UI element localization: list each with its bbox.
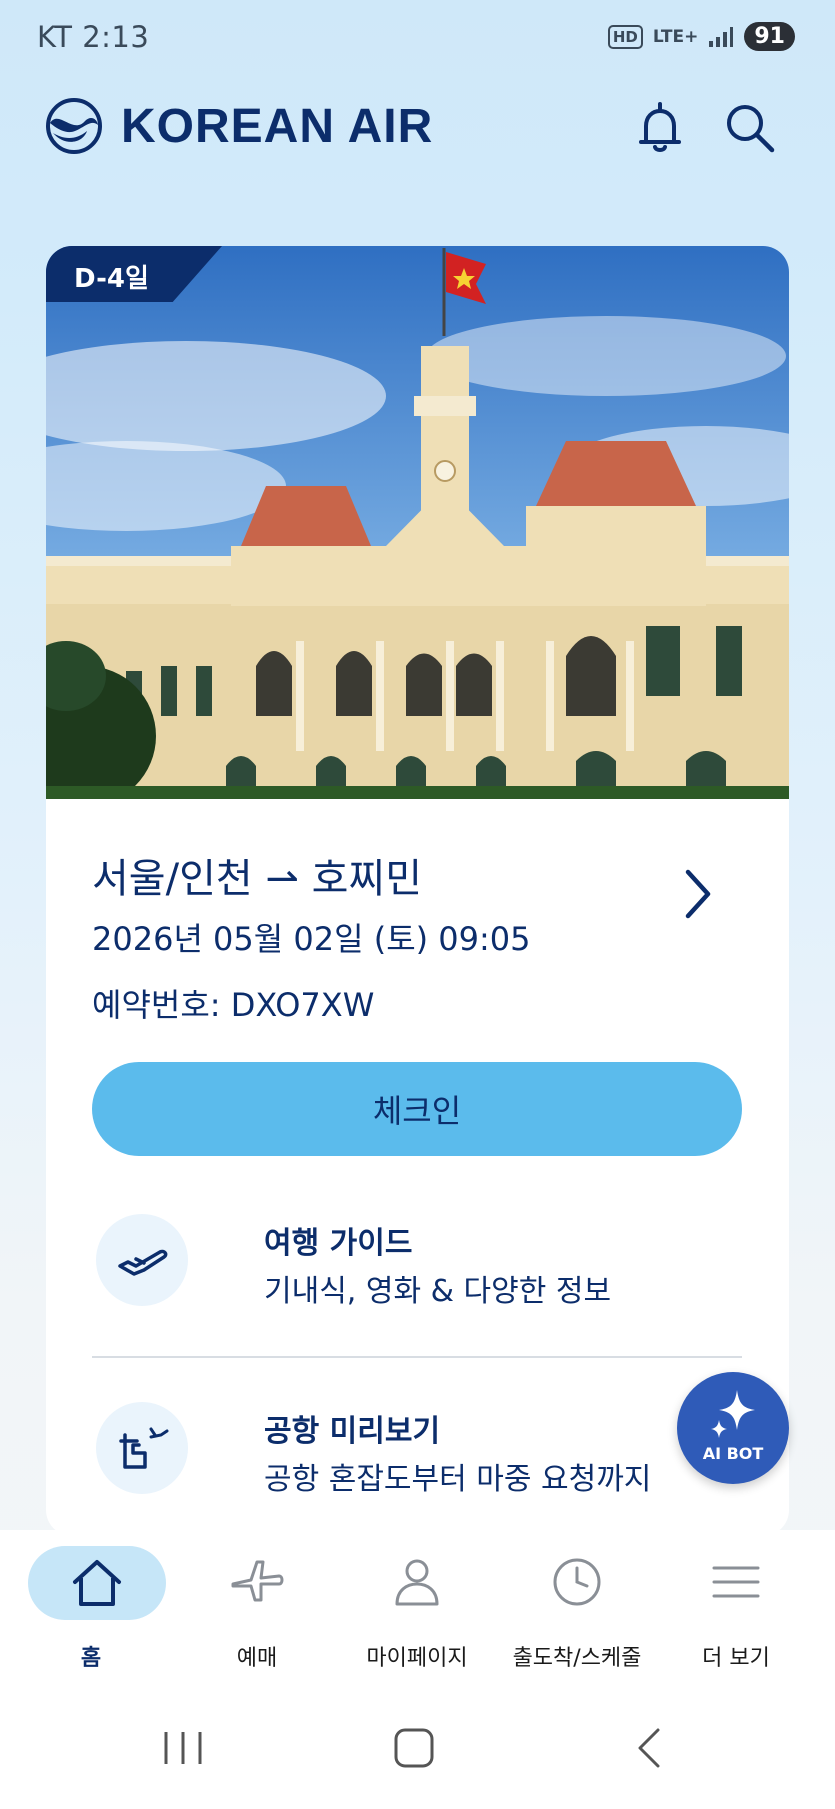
user-icon [395, 1559, 439, 1606]
status-indicators: HD LTE+ 91 [607, 22, 795, 51]
d-day-label: D-4일 [74, 264, 149, 294]
status-time: KT 2:13 [37, 20, 150, 54]
plane-icon [231, 1560, 284, 1602]
chevron-right-icon [685, 869, 711, 919]
app-header: KOREAN AIR [0, 80, 835, 195]
korean-air-logo[interactable]: KOREAN AIR [45, 97, 433, 155]
home-system-button[interactable] [392, 1728, 436, 1772]
recent-apps-icon [164, 1732, 202, 1764]
nav-booking-label: 예매 [236, 1646, 278, 1671]
search-icon [727, 105, 775, 153]
airplane-icon [96, 1214, 188, 1306]
nav-home-label: 홈 [80, 1646, 102, 1671]
airport-preview-item[interactable]: 공항 미리보기 공항 혼잡도부터 마중 요청까지 [92, 1398, 742, 1498]
bell-icon [639, 102, 681, 152]
nav-mypage[interactable]: 마이페이지 [342, 1544, 492, 1674]
travel-guide-item[interactable]: 여행 가이드 기내식, 영화 & 다양한 정보 [92, 1210, 742, 1310]
nav-schedule[interactable]: 출도착/스케줄 [502, 1544, 652, 1674]
menu-icon [712, 1566, 760, 1598]
trip-card: D-4일 서울/인천 ⇀ 호찌민 2026년 05월 02일 (토) 09:05… [46, 246, 789, 1536]
booking-reference: 예약번호: DXO7XW [92, 986, 375, 1024]
trip-detail-button[interactable] [678, 866, 718, 922]
network-indicator: LTE+ [652, 26, 699, 47]
flight-datetime: 2026년 05월 02일 (토) 09:05 [92, 920, 531, 958]
ai-bot-button[interactable]: AI BOT [677, 1372, 789, 1484]
hd-indicator: HD [607, 24, 643, 49]
travel-guide-title: 여행 가이드 [264, 1226, 413, 1261]
airport-preview-title: 공항 미리보기 [264, 1414, 441, 1449]
nav-booking[interactable]: 예매 [182, 1544, 332, 1674]
nav-home[interactable]: 홈 [16, 1544, 166, 1674]
flight-route[interactable]: 서울/인천 ⇀ 호찌민 [92, 846, 422, 904]
signal-icon [709, 26, 734, 47]
ai-bot-label: AI BOT [702, 1444, 764, 1463]
divider [92, 1356, 742, 1358]
home-icon [73, 1560, 121, 1606]
nav-schedule-label: 출도착/스케줄 [512, 1646, 642, 1671]
airport-icon [96, 1402, 188, 1494]
taegeuk-logo-icon [46, 98, 102, 154]
brand-name: KOREAN AIR [121, 99, 434, 153]
nav-mypage-label: 마이페이지 [366, 1646, 468, 1671]
recent-apps-button[interactable] [160, 1728, 206, 1772]
back-button[interactable] [630, 1728, 670, 1772]
back-icon [638, 1728, 660, 1768]
sparkle-icon [711, 1390, 755, 1438]
system-navigation-bar [0, 1688, 835, 1809]
home-square-icon [394, 1728, 434, 1768]
status-bar: KT 2:13 HD LTE+ 91 [0, 0, 835, 80]
nav-more[interactable]: 더 보기 [661, 1544, 811, 1674]
bottom-navigation: 홈 예매 마이페이지 출도착/스케줄 더 보기 [0, 1530, 835, 1688]
clock-icon [553, 1558, 601, 1606]
airport-preview-subtitle: 공항 혼잡도부터 마중 요청까지 [264, 1462, 652, 1497]
travel-guide-subtitle: 기내식, 영화 & 다양한 정보 [264, 1274, 612, 1309]
search-button[interactable] [720, 98, 780, 158]
checkin-button[interactable]: 체크인 [92, 1062, 742, 1156]
nav-more-label: 더 보기 [702, 1646, 770, 1671]
notification-button[interactable] [630, 98, 690, 158]
destination-photo [46, 246, 789, 806]
battery-indicator: 91 [744, 22, 795, 51]
